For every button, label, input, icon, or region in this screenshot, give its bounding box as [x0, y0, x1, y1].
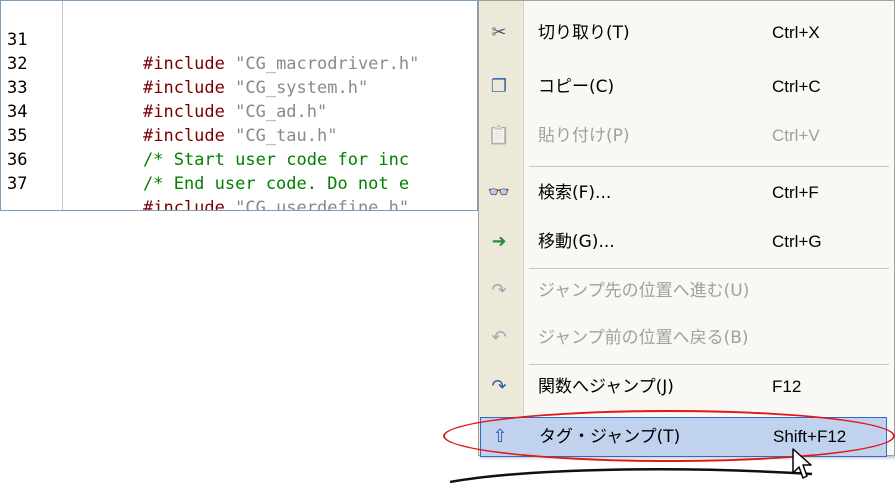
mouse-pointer-icon [792, 448, 812, 479]
code-line[interactable]: 37 #include "CG_userdefine.h" [1, 148, 409, 210]
include-path: "CG_system.h" [224, 78, 369, 98]
code-line[interactable]: 36 /* End user code. Do not e [1, 124, 409, 194]
code-line[interactable]: 34 #include "CG_tau.h" [1, 76, 337, 146]
include-path: "CG_userdefine.h" [224, 198, 410, 211]
include-keyword: #include [143, 102, 225, 122]
menu-item-label: 切り取り(T) [538, 23, 630, 43]
menu-item-label: 移動(G)... [538, 232, 615, 252]
menu-item-label: 検索(F)... [538, 183, 612, 203]
line-number: 37 [7, 174, 28, 194]
include-path: "CG_tau.h" [224, 126, 338, 146]
include-keyword: #include [143, 198, 225, 211]
menu-separator [529, 364, 889, 365]
code-comment: /* End user code. Do not e [143, 174, 410, 194]
menu-item-label: ジャンプ前の位置へ戻る(B) [538, 328, 749, 348]
menu-item-paste[interactable]: 📋 貼り付け(P) Ctrl+V [479, 116, 894, 156]
binoculars-icon: 👓 [487, 182, 511, 203]
goto-icon: ➜ [491, 231, 507, 252]
menu-separator [529, 268, 889, 269]
menu-item-shortcut: Ctrl+G [772, 232, 822, 251]
annotation-stroke [449, 468, 813, 483]
code-comment: /* Start user code for inc [143, 150, 410, 170]
menu-item-label: コピー(C) [538, 77, 615, 97]
paste-icon: 📋 [487, 125, 511, 146]
code-line[interactable]: 32 #include "CG_system.h" [1, 28, 368, 98]
menu-item-shortcut: F12 [772, 377, 802, 396]
back-arrow-icon: ↶ [491, 327, 507, 348]
menu-item-shortcut: Ctrl+F [772, 183, 819, 202]
include-path: "CG_ad.h" [224, 102, 328, 122]
menu-item-tag-jump[interactable]: ⇧ タグ・ジャンプ(T) Shift+F12 [480, 417, 887, 457]
code-editor[interactable]: 31 #include "CG_macrodriver.h" 32 #inclu… [0, 0, 478, 211]
jump-function-icon: ↷ [491, 376, 507, 397]
include-keyword: #include [143, 78, 225, 98]
tag-jump-icon: ⇧ [492, 426, 508, 447]
code-line[interactable]: 35 /* Start user code for inc [1, 100, 409, 170]
menu-item-shortcut: Ctrl+X [772, 23, 820, 42]
menu-item-goto[interactable]: ➜ 移動(G)... Ctrl+G [479, 222, 894, 262]
menu-item-label: タグ・ジャンプ(T) [539, 427, 681, 447]
context-menu: ✂ 切り取り(T) Ctrl+X ❐ コピー(C) Ctrl+C 📋 貼り付け(… [478, 0, 895, 457]
include-keyword: #include [143, 126, 225, 146]
code-line[interactable]: 31 #include "CG_macrodriver.h" [1, 4, 419, 74]
copy-icon: ❐ [490, 76, 508, 97]
forward-arrow-icon: ↷ [491, 280, 507, 301]
menu-item-copy[interactable]: ❐ コピー(C) Ctrl+C [479, 67, 894, 107]
menu-item-jump-to-function[interactable]: ↷ 関数へジャンプ(J) F12 [479, 367, 894, 407]
include-keyword: #include [143, 54, 225, 74]
menu-item-find[interactable]: 👓 検索(F)... Ctrl+F [479, 173, 894, 213]
code-line[interactable]: 33 #include "CG_ad.h" [1, 52, 327, 122]
menu-item-label: 関数へジャンプ(J) [538, 377, 674, 397]
menu-item-shortcut: Ctrl+C [772, 77, 821, 96]
menu-item-jump-back[interactable]: ↶ ジャンプ前の位置へ戻る(B) [479, 318, 894, 358]
include-path: "CG_macrodriver.h" [224, 54, 420, 74]
menu-item-label: 貼り付け(P) [538, 126, 630, 146]
menu-separator [529, 166, 889, 167]
scissors-icon: ✂ [491, 22, 507, 43]
menu-item-jump-forward[interactable]: ↷ ジャンプ先の位置へ進む(U) [479, 271, 894, 311]
menu-item-shortcut: Ctrl+V [772, 126, 820, 145]
menu-item-label: ジャンプ先の位置へ進む(U) [538, 281, 750, 301]
menu-item-cut[interactable]: ✂ 切り取り(T) Ctrl+X [479, 13, 894, 53]
